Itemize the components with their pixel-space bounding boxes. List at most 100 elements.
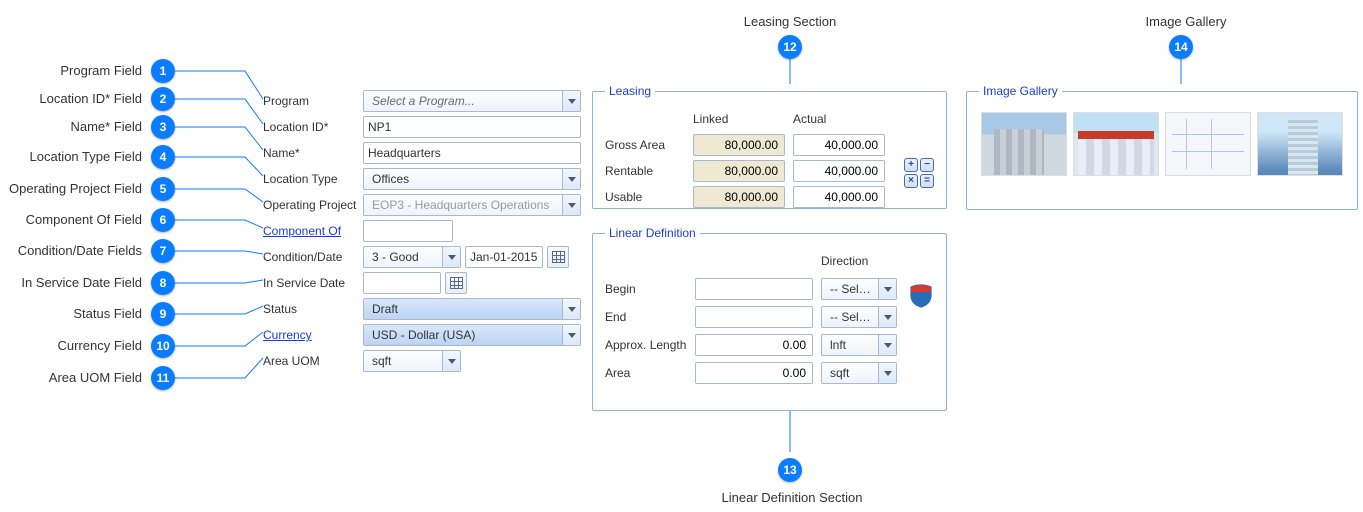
gallery-thumbnail[interactable] [1073, 112, 1159, 176]
status-label: Status [261, 302, 363, 316]
callout-badge-6: 6 [151, 208, 175, 232]
component-of-link[interactable]: Component Of [261, 224, 363, 238]
callout-label-operating-project: Operating Project Field [0, 181, 142, 196]
leasing-row-label-gross: Gross Area [605, 138, 685, 152]
condition-select[interactable]: 3 - Good [363, 246, 461, 268]
program-select[interactable]: Select a Program... [363, 90, 581, 112]
leasing-row-label-rentable: Rentable [605, 164, 685, 178]
calendar-icon [450, 277, 463, 289]
leasing-section: Leasing Linked Actual Gross Area Rentabl… [592, 84, 947, 209]
gross-linked-input[interactable] [693, 134, 785, 156]
gross-actual-input[interactable] [793, 134, 885, 156]
approx-length-input[interactable] [695, 334, 813, 356]
operating-project-label: Operating Project [261, 198, 363, 212]
callout-label-linear-def: Linear Definition Section [712, 490, 872, 505]
callout-badge-7: 7 [151, 239, 175, 263]
approx-length-label: Approx. Length [605, 339, 687, 352]
location-type-label: Location Type [261, 172, 363, 186]
in-service-date-label: In Service Date [261, 276, 363, 290]
image-gallery-legend: Image Gallery [979, 84, 1062, 98]
callout-badge-9: 9 [151, 302, 175, 326]
callout-label-name: Name* Field [0, 119, 142, 134]
chevron-down-icon [562, 195, 580, 215]
gallery-thumbnail[interactable] [1165, 112, 1251, 176]
callout-badge-11: 11 [151, 366, 175, 390]
chevron-down-icon [878, 335, 896, 355]
leasing-header-actual: Actual [793, 112, 885, 126]
callout-badge-1: 1 [151, 59, 175, 83]
location-id-input[interactable] [363, 116, 581, 138]
callout-badge-13: 13 [778, 458, 802, 482]
callout-badge-2: 2 [151, 87, 175, 111]
begin-direction-select[interactable]: -- Select - [821, 278, 897, 300]
location-type-select[interactable]: Offices [363, 168, 581, 190]
currency-select[interactable]: USD - Dollar (USA) [363, 324, 581, 346]
usable-linked-input[interactable] [693, 186, 785, 208]
area-label: Area [605, 366, 687, 380]
name-input[interactable] [363, 142, 581, 164]
chevron-down-icon [442, 351, 460, 371]
chevron-down-icon [878, 363, 896, 383]
callout-badge-4: 4 [151, 145, 175, 169]
calc-minus-button[interactable]: − [920, 158, 934, 172]
chevron-down-icon [562, 325, 580, 345]
currency-link[interactable]: Currency [261, 328, 363, 342]
end-input[interactable] [695, 306, 813, 328]
end-direction-select[interactable]: -- Select - [821, 306, 897, 328]
program-label: Program [261, 94, 363, 108]
callout-label-status: Status Field [0, 306, 142, 321]
form-column: Program Select a Program... Location ID*… [261, 90, 581, 376]
chevron-down-icon [562, 299, 580, 319]
callout-badge-3: 3 [151, 115, 175, 139]
end-label: End [605, 310, 687, 324]
callout-label-gallery: Image Gallery [1136, 14, 1236, 29]
chevron-down-icon [878, 279, 896, 299]
chevron-down-icon [562, 169, 580, 189]
leasing-legend: Leasing [605, 84, 655, 98]
begin-label: Begin [605, 282, 687, 296]
area-uom-label: Area UOM [261, 354, 363, 368]
condition-date-label: Condition/Date [261, 250, 363, 264]
calendar-button[interactable] [445, 272, 467, 294]
in-service-date-input[interactable] [363, 272, 441, 294]
linear-definition-legend: Linear Definition [605, 226, 700, 240]
callout-label-location-id: Location ID* Field [0, 91, 142, 106]
condition-date-input[interactable] [465, 246, 543, 268]
gallery-thumbnail[interactable] [981, 112, 1067, 176]
calendar-button[interactable] [547, 246, 569, 268]
calc-mult-button[interactable]: × [904, 174, 918, 188]
area-unit-select[interactable]: sqft [821, 362, 897, 384]
approx-length-unit-select[interactable]: lnft [821, 334, 897, 356]
callout-label-condition-date: Condition/Date Fields [0, 243, 142, 258]
callout-label-leasing: Leasing Section [740, 14, 840, 29]
callout-label-program: Program Field [0, 63, 142, 78]
callout-badge-10: 10 [151, 334, 175, 358]
calc-plus-button[interactable]: + [904, 158, 918, 172]
callout-label-location-type: Location Type Field [0, 149, 142, 164]
status-select[interactable]: Draft [363, 298, 581, 320]
callout-label-currency: Currency Field [0, 338, 142, 353]
chevron-down-icon [442, 247, 460, 267]
usable-actual-input[interactable] [793, 186, 885, 208]
linear-definition-section: Linear Definition Direction Begin -- Sel… [592, 226, 947, 411]
callout-label-area-uom: Area UOM Field [0, 370, 142, 385]
callout-badge-12: 12 [778, 35, 802, 59]
image-gallery-section: Image Gallery [966, 84, 1358, 210]
area-uom-select[interactable]: sqft [363, 350, 461, 372]
callout-badge-5: 5 [151, 177, 175, 201]
callout-badge-8: 8 [151, 271, 175, 295]
callout-label-component-of: Component Of Field [0, 212, 142, 227]
gallery-thumbnail[interactable] [1257, 112, 1343, 176]
component-of-input[interactable] [363, 220, 453, 242]
name-label: Name* [261, 146, 363, 160]
area-input[interactable] [695, 362, 813, 384]
operating-project-select[interactable]: EOP3 - Headquarters Operations [363, 194, 581, 216]
begin-input[interactable] [695, 278, 813, 300]
callout-badge-14: 14 [1169, 35, 1193, 59]
callout-label-in-service-date: In Service Date Field [0, 275, 142, 290]
route-shield-icon [910, 284, 932, 308]
rentable-linked-input[interactable] [693, 160, 785, 182]
rentable-actual-input[interactable] [793, 160, 885, 182]
calc-eq-button[interactable]: = [920, 174, 934, 188]
leasing-header-linked: Linked [693, 112, 785, 126]
